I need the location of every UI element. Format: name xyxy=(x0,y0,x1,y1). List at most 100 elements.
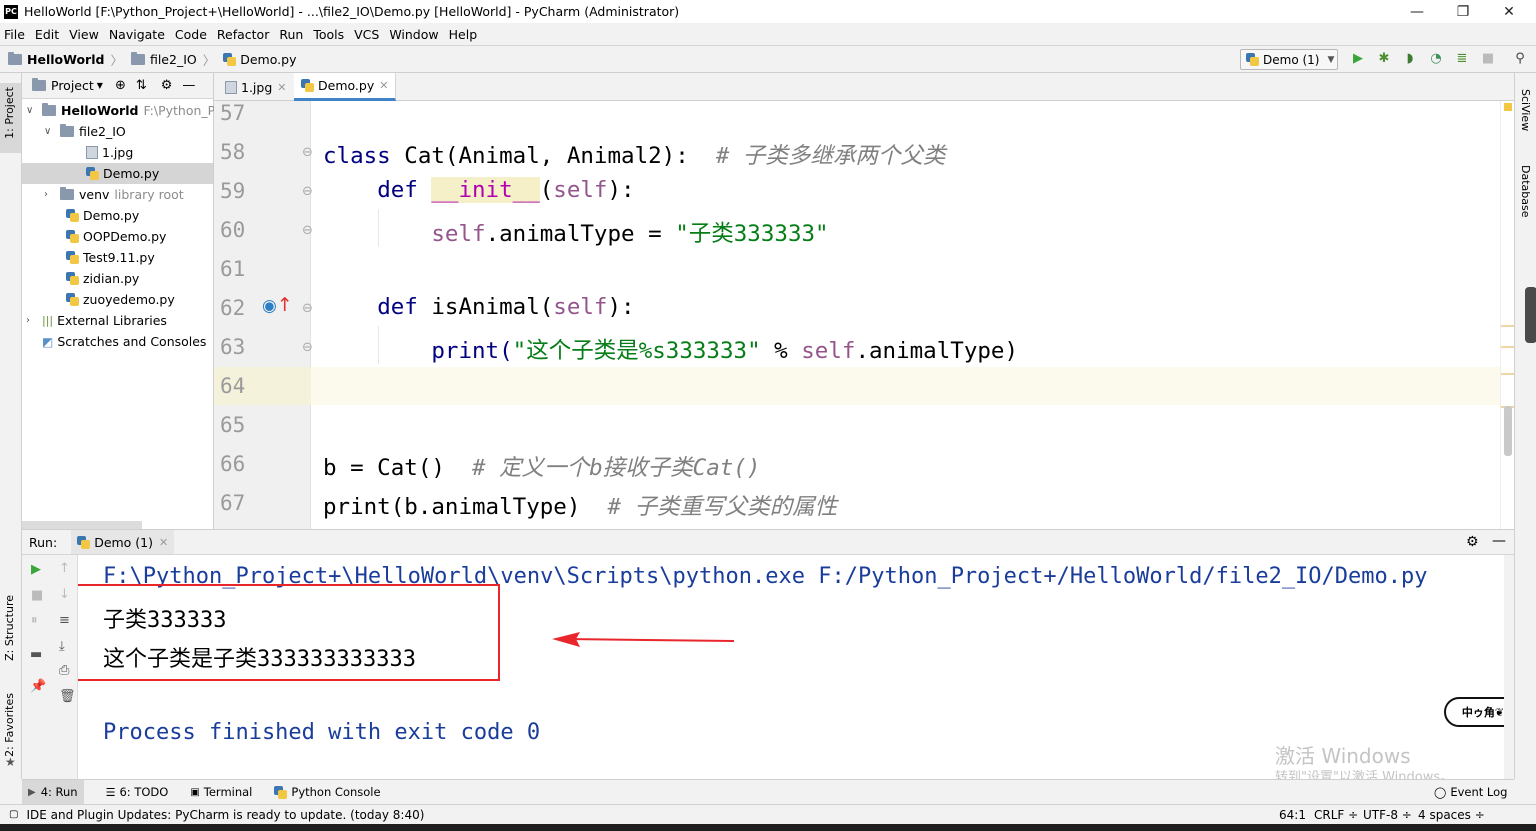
locate-icon[interactable]: ⊕ xyxy=(115,78,126,93)
status-message[interactable]: IDE and Plugin Updates: PyCharm is ready… xyxy=(26,808,424,822)
tool-tab-database[interactable]: Database xyxy=(1519,165,1532,218)
fold-icon[interactable]: ⊖ xyxy=(302,301,313,316)
tree-item[interactable]: › ||| External Libraries xyxy=(26,310,167,331)
pause-icon[interactable]: ⏸ xyxy=(31,613,38,628)
tree-item[interactable]: Test9.11.py xyxy=(66,247,155,268)
tree-item[interactable]: zidian.py xyxy=(66,268,139,289)
tool-tab-sciview[interactable]: SciView xyxy=(1519,89,1532,131)
print-icon[interactable]: ⎙ xyxy=(59,663,69,678)
tree-item[interactable]: Demo.py xyxy=(66,205,139,226)
pin-icon[interactable]: 📌 xyxy=(30,679,46,694)
tool-tab-structure[interactable]: Z: Structure xyxy=(3,595,16,661)
menu-vcs[interactable]: VCS xyxy=(354,27,379,42)
close-icon[interactable]: ✕ xyxy=(159,536,168,549)
editor-scrollbar[interactable] xyxy=(1500,101,1514,529)
line-number: 60 xyxy=(220,218,246,242)
gear-icon[interactable]: ⚙ xyxy=(1466,534,1479,550)
menu-view[interactable]: View xyxy=(69,27,99,42)
arrow-down-icon[interactable]: ↓ xyxy=(59,587,70,602)
arrow-up-icon[interactable]: ↑ xyxy=(59,561,70,576)
menu-edit[interactable]: Edit xyxy=(35,27,59,42)
breadcrumb-file[interactable]: Demo.py xyxy=(223,52,296,67)
run-tab-label: Demo (1) xyxy=(94,534,154,550)
tool-tab-project[interactable]: 1: Project xyxy=(3,87,16,139)
chevron-down-icon[interactable]: ∨ xyxy=(44,126,56,137)
menu-help[interactable]: Help xyxy=(449,27,478,42)
tree-item-selected[interactable]: Demo.py xyxy=(22,163,213,184)
file-encoding[interactable]: UTF-8 ÷ xyxy=(1363,808,1412,822)
horizontal-scrollbar[interactable] xyxy=(22,521,142,529)
rerun-icon[interactable]: ▶ xyxy=(31,562,41,577)
tree-item[interactable]: › venv library root xyxy=(44,184,184,205)
fold-icon[interactable]: ⊖ xyxy=(302,184,313,199)
run-icon[interactable]: ▶ xyxy=(1350,51,1366,67)
tool-tab-run[interactable]: ▶ 4: Run xyxy=(22,780,84,804)
close-icon[interactable]: ✕ xyxy=(277,81,286,94)
console-output[interactable]: F:\Python_Project+\HelloWorld\venv\Scrip… xyxy=(78,555,1504,779)
concurrency-icon[interactable]: ≣ xyxy=(1454,51,1470,67)
tree-item[interactable]: ∨ HelloWorld F:\Python_Pro xyxy=(26,100,228,121)
menu-file[interactable]: File xyxy=(4,27,25,42)
editor-tabs: 1.jpg ✕ Demo.py ✕ xyxy=(214,73,1514,101)
menu-run[interactable]: Run xyxy=(279,27,303,42)
hide-icon[interactable]: — xyxy=(182,78,195,93)
run-config-label: Demo (1) xyxy=(1263,52,1320,67)
chevron-down-icon: ▼ xyxy=(1327,54,1335,65)
line-separator[interactable]: CRLF ÷ xyxy=(1314,808,1358,822)
tree-item[interactable]: ◩ Scratches and Consoles xyxy=(42,331,206,352)
fold-icon[interactable]: ⊖ xyxy=(302,340,313,355)
code-editor[interactable]: 57 58 59 60 61 62 63 64 65 66 67 ⊖ ⊖ ⊖ ⊖… xyxy=(214,101,1500,529)
project-panel-title[interactable]: Project xyxy=(51,78,94,93)
breadcrumb-label: file2_IO xyxy=(149,51,197,67)
menu-code[interactable]: Code xyxy=(175,27,207,42)
indent-setting[interactable]: 4 spaces ÷ xyxy=(1418,808,1485,822)
gear-icon[interactable]: ⚙ xyxy=(161,78,173,93)
menu-navigate[interactable]: Navigate xyxy=(109,27,165,42)
side-handle[interactable] xyxy=(1525,287,1536,343)
breadcrumb-project[interactable]: HelloWorld 〉 xyxy=(8,50,123,69)
tree-item[interactable]: zuoyedemo.py xyxy=(66,289,175,310)
hide-icon[interactable]: — xyxy=(1492,533,1506,549)
run-configuration-select[interactable]: Demo (1) ▼ xyxy=(1240,49,1338,70)
stop-icon[interactable]: ■ xyxy=(1480,51,1496,67)
breadcrumb-folder[interactable]: file2_IO 〉 xyxy=(130,50,215,69)
debug-icon[interactable]: ✱ xyxy=(1376,51,1392,67)
overrides-method-icon[interactable]: ◉↑ xyxy=(262,294,293,316)
collapse-icon[interactable]: ⇅ xyxy=(136,78,147,93)
stop-icon[interactable]: ■ xyxy=(31,588,43,603)
editor-tab-1-jpg[interactable]: 1.jpg ✕ xyxy=(218,73,295,101)
trash-icon[interactable]: 🗑 xyxy=(59,689,76,704)
chevron-down-icon[interactable]: ▼ xyxy=(97,81,103,90)
chevron-down-icon[interactable]: ∨ xyxy=(26,105,38,116)
editor-tab-demo-py[interactable]: Demo.py ✕ xyxy=(294,73,397,101)
inspection-status-icon[interactable] xyxy=(1504,103,1512,111)
tool-tab-python-console[interactable]: Python Console xyxy=(274,785,381,799)
layout-icon[interactable]: ▬ xyxy=(30,647,42,662)
tool-tab-todo[interactable]: ☰ 6: TODO xyxy=(106,785,169,799)
tree-item[interactable]: 1.jpg xyxy=(86,142,133,163)
profile-icon[interactable]: ◔ xyxy=(1428,51,1444,67)
menu-window[interactable]: Window xyxy=(389,27,438,42)
search-icon[interactable]: ⚲ xyxy=(1512,51,1528,67)
run-tab[interactable]: Demo (1) ✕ xyxy=(71,530,175,554)
tool-tab-terminal[interactable]: ▣ Terminal xyxy=(190,785,252,799)
close-icon[interactable]: ✕ xyxy=(379,79,388,92)
soft-wrap-icon[interactable]: ≡ xyxy=(59,613,70,628)
close-button[interactable]: ✕ xyxy=(1486,0,1532,23)
chevron-right-icon[interactable]: › xyxy=(44,189,56,200)
status-toggle-icon[interactable]: ▢ xyxy=(9,809,18,820)
tool-tab-favorites[interactable]: 2: Favorites xyxy=(3,693,16,757)
caret-position[interactable]: 64:1 xyxy=(1279,808,1306,822)
menu-tools[interactable]: Tools xyxy=(313,27,344,42)
fold-icon[interactable]: ⊖ xyxy=(302,223,313,238)
fold-icon[interactable]: ⊖ xyxy=(302,145,313,160)
tree-item[interactable]: OOPDemo.py xyxy=(66,226,166,247)
coverage-icon[interactable]: ◗ xyxy=(1402,51,1418,67)
minimize-button[interactable]: — xyxy=(1394,0,1440,23)
scroll-to-end-icon[interactable]: ⤓ xyxy=(59,639,65,654)
event-log-button[interactable]: ◯ Event Log xyxy=(1434,785,1507,799)
chevron-right-icon[interactable]: › xyxy=(26,315,38,326)
menu-refactor[interactable]: Refactor xyxy=(217,27,269,42)
tree-item[interactable]: ∨ file2_IO xyxy=(44,121,126,142)
maximize-button[interactable]: ❐ xyxy=(1440,0,1486,23)
